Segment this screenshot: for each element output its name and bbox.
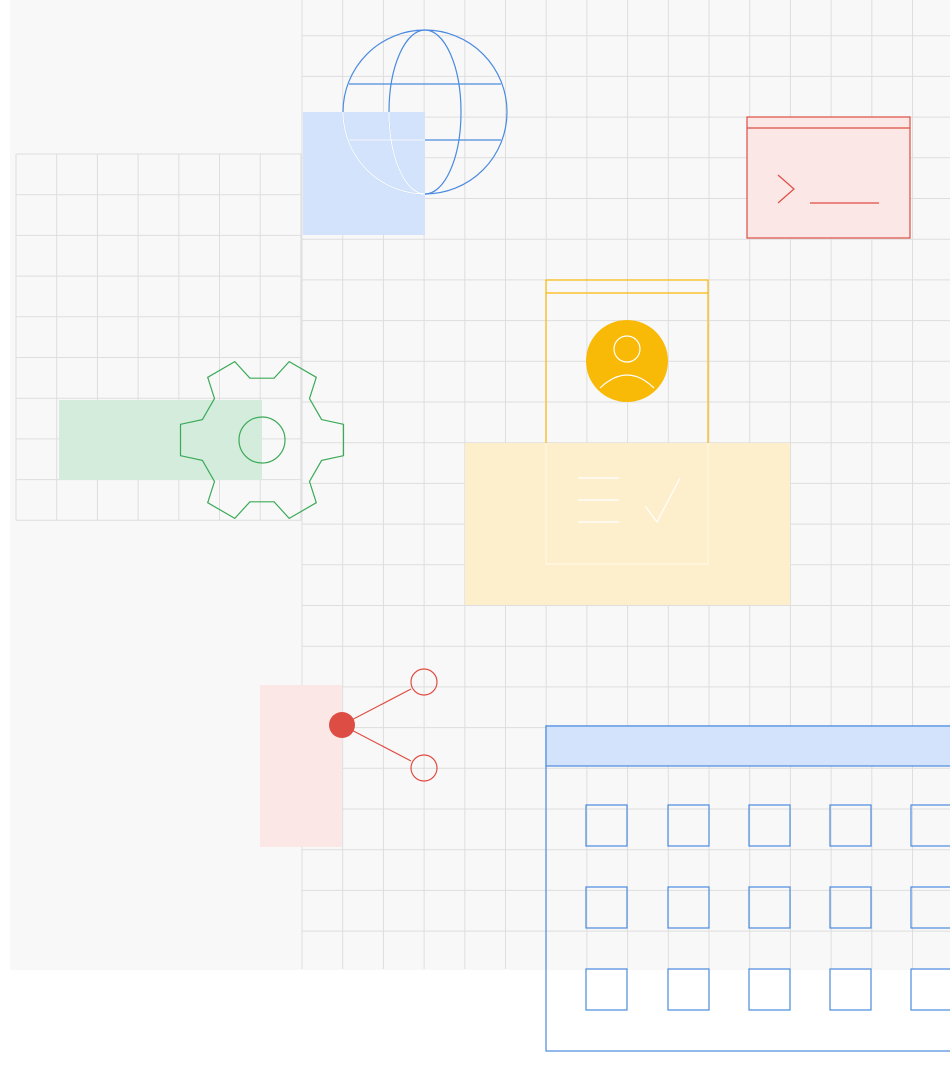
calendar-day-cell (585, 968, 628, 1011)
illustration-canvas (0, 0, 950, 1080)
terminal-window-icon (746, 116, 911, 239)
globe-backing-square (303, 112, 425, 235)
share-backing-rectangle (260, 685, 342, 847)
share-node-source (329, 712, 355, 738)
calendar-day-cell (910, 968, 950, 1011)
calendar-day-cell (829, 968, 872, 1011)
calendar-day-cell (667, 968, 710, 1011)
avatar-circle (586, 320, 668, 402)
calendar-day-cell (748, 968, 791, 1011)
gear-backing-rectangle (59, 400, 262, 480)
checklist-backing-rectangle (465, 443, 790, 605)
terminal-window-frame (746, 116, 911, 239)
calendar-header-bar (545, 725, 950, 767)
tech-icons-illustration (10, 0, 950, 1052)
